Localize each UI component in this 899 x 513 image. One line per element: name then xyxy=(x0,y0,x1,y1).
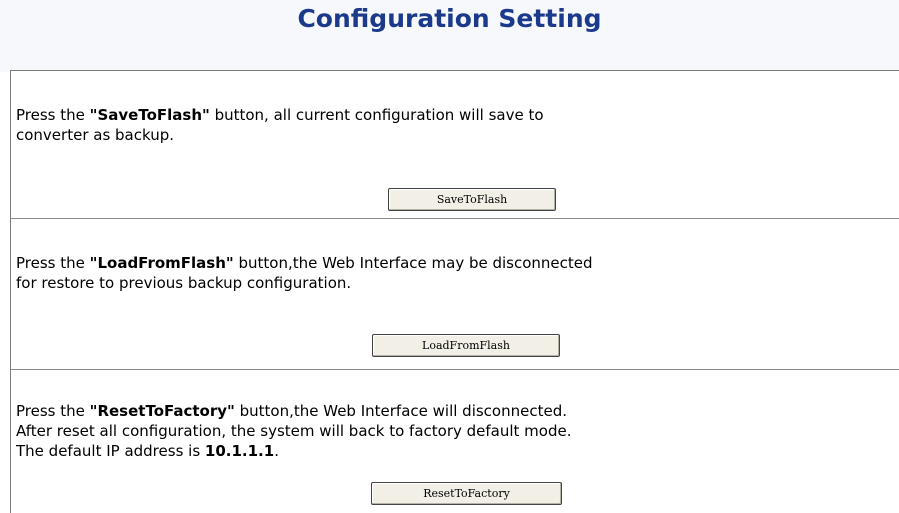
description-text-line2: converter as backup. xyxy=(16,126,175,144)
description-text: button,the Web Interface will disconnect… xyxy=(234,402,567,420)
description-prefix: Press the xyxy=(16,106,90,124)
description-text: button,the Web Interface may be disconne… xyxy=(233,254,593,272)
page-title: Configuration Setting xyxy=(297,4,602,33)
description-keyword: "LoadFromFlash" xyxy=(89,254,234,272)
default-ip-address: 10.1.1.1 xyxy=(204,442,275,460)
description-text-line3: The default IP address is xyxy=(16,442,205,460)
description-prefix: Press the xyxy=(16,402,90,420)
description-text-line2: After reset all configuration, the syste… xyxy=(16,422,572,440)
description-text: button, all current configuration will s… xyxy=(209,106,544,124)
reset-to-factory-description: Press the "ResetToFactory" button,the We… xyxy=(16,401,896,461)
save-to-flash-button[interactable]: SaveToFlash xyxy=(388,188,556,211)
reset-to-factory-section: Press the "ResetToFactory" button,the We… xyxy=(11,370,899,513)
reset-to-factory-button[interactable]: ResetToFactory xyxy=(371,482,562,505)
description-keyword: "SaveToFlash" xyxy=(89,106,210,124)
save-to-flash-section: Press the "SaveToFlash" button, all curr… xyxy=(11,71,899,218)
description-text-line2: for restore to previous backup configura… xyxy=(16,274,352,292)
load-from-flash-description: Press the "LoadFromFlash" button,the Web… xyxy=(16,253,896,293)
save-to-flash-description: Press the "SaveToFlash" button, all curr… xyxy=(16,105,896,145)
description-keyword: "ResetToFactory" xyxy=(89,402,235,420)
description-period: . xyxy=(274,442,279,460)
description-prefix: Press the xyxy=(16,254,90,272)
load-from-flash-button[interactable]: LoadFromFlash xyxy=(372,334,560,357)
load-from-flash-section: Press the "LoadFromFlash" button,the Web… xyxy=(11,219,899,377)
config-panel: Press the "SaveToFlash" button, all curr… xyxy=(10,70,899,513)
page-header: Configuration Setting xyxy=(0,0,899,72)
